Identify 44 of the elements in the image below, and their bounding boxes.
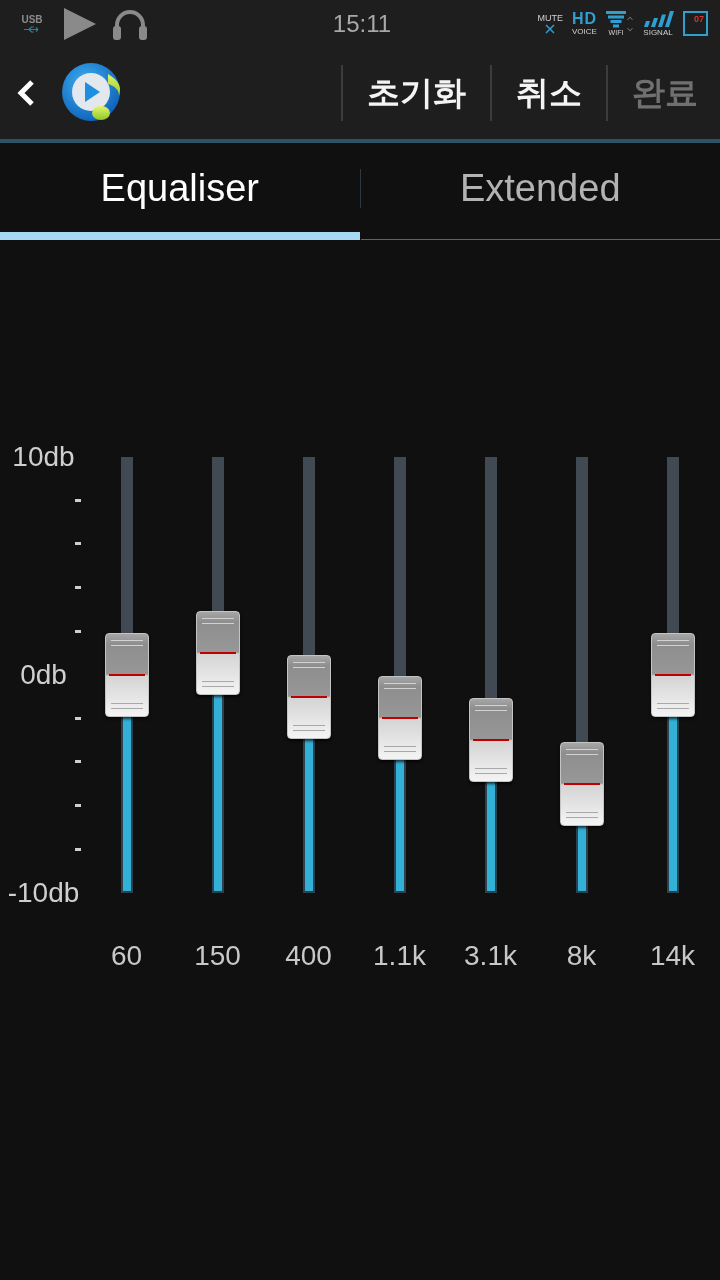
slider-thumb[interactable] xyxy=(650,632,695,717)
voice-label: VOICE xyxy=(572,27,597,36)
scale-tick xyxy=(75,629,81,633)
tab[interactable]: Extended xyxy=(360,143,720,240)
frequency-label: 3.1k xyxy=(463,939,518,972)
clock-time: 15:11 xyxy=(332,9,392,38)
frequency-label: 1.1k xyxy=(372,939,427,972)
battery-indicator: 07 xyxy=(683,11,708,36)
hd-label: HD xyxy=(571,11,597,26)
play-icon xyxy=(64,7,96,40)
slider-thumb[interactable] xyxy=(104,632,149,717)
cross-icon xyxy=(545,23,556,34)
back-icon[interactable] xyxy=(16,79,36,107)
scale-tick xyxy=(75,804,81,808)
action-button[interactable]: 취소 xyxy=(490,65,606,121)
slider-thumb[interactable] xyxy=(195,611,240,695)
scale-label: -10db xyxy=(7,877,80,908)
tab[interactable]: Equaliser xyxy=(0,143,360,240)
slider-thumb[interactable] xyxy=(468,698,513,783)
frequency-label: 8k xyxy=(565,939,598,972)
frequency-label: 60 xyxy=(109,939,144,972)
action-button[interactable]: 초기화 xyxy=(341,65,490,121)
scale-tick xyxy=(75,716,81,720)
scale-tick xyxy=(75,760,81,764)
usb-icon xyxy=(24,26,40,33)
signal-bars-icon xyxy=(642,10,674,27)
signal-label: SIGNAL xyxy=(643,28,673,37)
usb-label: USB xyxy=(21,14,43,25)
scale-label: 0db xyxy=(20,659,67,690)
slider-thumb[interactable] xyxy=(286,654,331,739)
slider-thumb[interactable] xyxy=(377,676,422,761)
wifi-icon xyxy=(606,10,626,28)
scale-tick xyxy=(75,847,81,851)
headphones-icon xyxy=(112,7,148,40)
scale-tick xyxy=(75,498,81,502)
scale-tick xyxy=(75,542,81,546)
scale-label: 10db xyxy=(12,441,75,472)
frequency-label: 14k xyxy=(648,939,697,972)
frequency-label: 150 xyxy=(193,939,242,972)
scale-tick xyxy=(75,586,81,590)
slider-thumb[interactable] xyxy=(559,741,604,826)
frequency-label: 400 xyxy=(284,939,333,972)
mute-label: MUTE xyxy=(537,13,563,23)
data-arrows-icon xyxy=(627,15,633,32)
